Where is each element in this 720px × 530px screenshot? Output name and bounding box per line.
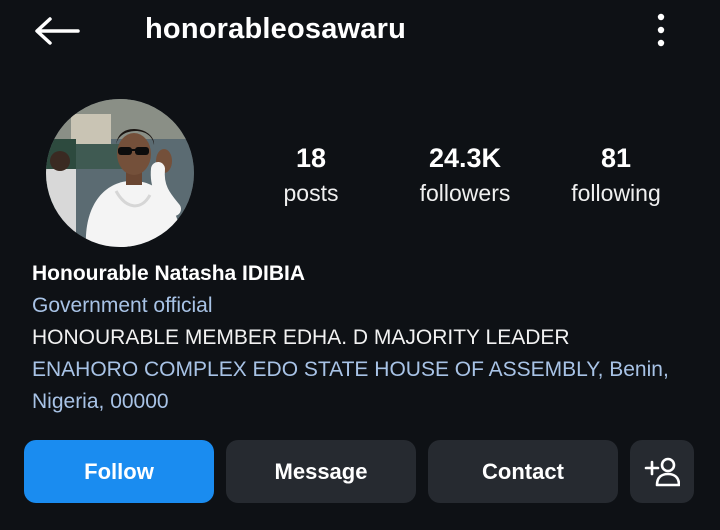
posts-label: posts	[283, 180, 339, 206]
profile-category[interactable]: Government official	[32, 290, 702, 322]
address-link[interactable]: ENAHORO COMPLEX EDO STATE HOUSE OF ASSEM…	[32, 354, 702, 386]
profile-avatar[interactable]	[46, 99, 194, 247]
top-bar: honorableosawaru	[0, 0, 720, 60]
address-line-1: ENAHORO COMPLEX EDO STATE HOUSE OF ASSEM…	[32, 358, 669, 381]
more-options-button[interactable]	[644, 10, 678, 50]
suggested-users-button[interactable]	[630, 440, 694, 503]
address-link-continued[interactable]: Nigeria, 00000	[32, 386, 702, 418]
posts-stat[interactable]: 18 posts	[231, 140, 391, 210]
followers-count: 24.3K	[428, 143, 502, 173]
back-button[interactable]	[30, 12, 82, 50]
bio-description: HONOURABLE MEMBER EDHA. D MAJORITY LEADE…	[32, 326, 570, 349]
add-person-icon	[644, 457, 680, 486]
following-count: 81	[600, 143, 632, 173]
follow-button[interactable]: Follow	[24, 440, 214, 503]
display-name: Honourable Natasha IDIBIA	[32, 262, 306, 285]
follow-button-label: Follow	[84, 458, 154, 484]
profile-bio: Honourable Natasha IDIBIA Government off…	[32, 258, 702, 418]
message-button[interactable]: Message	[226, 440, 416, 503]
followers-stat[interactable]: 24.3K followers	[385, 140, 545, 210]
arrow-left-icon	[35, 17, 80, 45]
posts-count: 18	[295, 143, 327, 173]
message-button-label: Message	[274, 458, 368, 484]
address-line-2: Nigeria, 00000	[32, 390, 169, 413]
contact-button-label: Contact	[482, 458, 564, 484]
following-stat[interactable]: 81 following	[536, 140, 696, 210]
following-label: following	[571, 180, 661, 206]
kebab-menu-icon	[657, 13, 665, 47]
profile-username: honorableosawaru	[145, 13, 407, 45]
profile-photo	[46, 99, 194, 247]
followers-label: followers	[419, 180, 511, 206]
contact-button[interactable]: Contact	[428, 440, 618, 503]
